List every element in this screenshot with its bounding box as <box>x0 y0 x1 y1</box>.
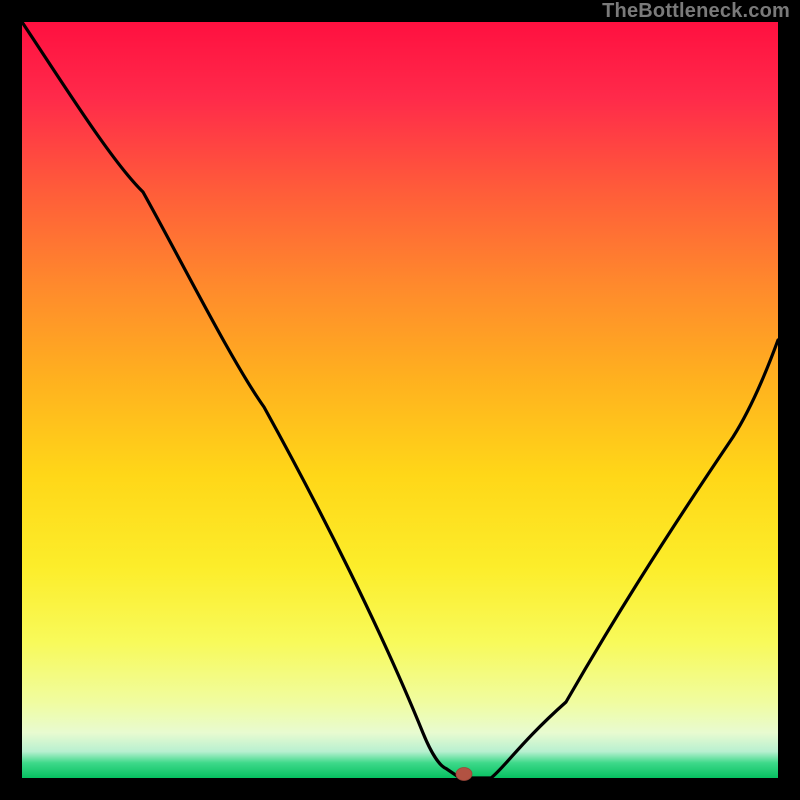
chart-frame: TheBottleneck.com <box>0 0 800 800</box>
optimal-point-marker <box>456 768 472 781</box>
chart-svg <box>22 22 778 778</box>
watermark-text: TheBottleneck.com <box>602 0 790 23</box>
bottleneck-curve <box>22 22 778 778</box>
